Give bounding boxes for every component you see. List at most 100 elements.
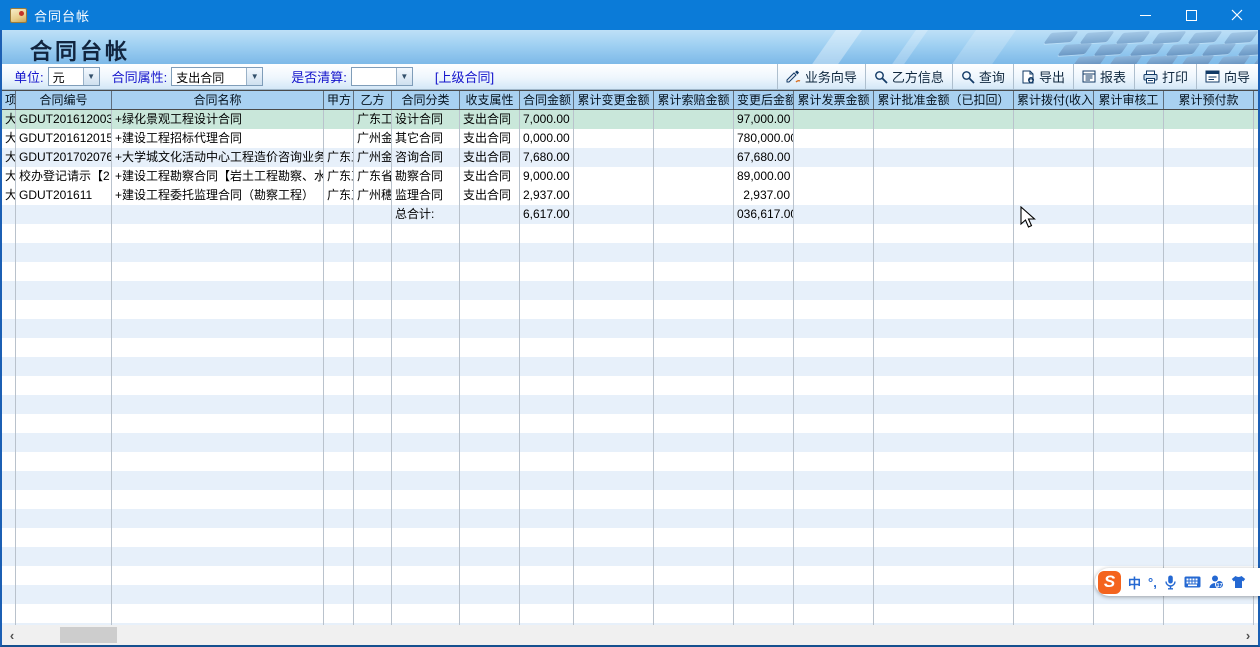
table-cell[interactable] — [874, 167, 1014, 186]
业务向导-button[interactable]: 业务向导 — [777, 64, 865, 89]
table-cell[interactable]: 支出合同 — [460, 186, 520, 205]
chinese-mode[interactable]: 中 — [1128, 573, 1141, 592]
column-header[interactable]: 乙方 — [354, 91, 392, 109]
table-cell[interactable]: 支出合同 — [460, 167, 520, 186]
table-row[interactable]: 大GDUT201702076+大学城文化活动中心工程造价咨询业务广东工广州金咨询… — [2, 148, 1258, 167]
table-cell[interactable]: 大 — [2, 129, 16, 148]
table-cell[interactable] — [794, 186, 874, 205]
column-header[interactable]: 累计批准金额（已扣回） — [874, 91, 1014, 109]
chevron-down-icon[interactable]: ▼ — [246, 68, 262, 85]
table-cell[interactable] — [654, 186, 734, 205]
table-cell[interactable] — [1094, 129, 1164, 148]
table-cell[interactable]: 广东工 — [324, 186, 354, 205]
table-cell[interactable] — [1164, 148, 1254, 167]
table-cell[interactable] — [874, 110, 1014, 129]
column-header[interactable]: 项 — [2, 91, 16, 109]
table-cell[interactable] — [874, 186, 1014, 205]
table-cell[interactable] — [654, 110, 734, 129]
table-cell[interactable] — [1014, 110, 1094, 129]
table-cell[interactable]: 大 — [2, 148, 16, 167]
table-cell[interactable]: 0,000.00 — [520, 129, 574, 148]
table-cell[interactable]: 89,000.00 — [734, 167, 794, 186]
table-cell[interactable]: 大 — [2, 110, 16, 129]
table-cell[interactable]: +大学城文化活动中心工程造价咨询业务 — [112, 148, 324, 167]
table-cell[interactable]: 97,000.00 — [734, 110, 794, 129]
scroll-left-arrow[interactable]: ‹ — [2, 625, 22, 645]
table-cell[interactable]: 广州金 — [354, 148, 392, 167]
向导-button[interactable]: 向导 — [1196, 64, 1258, 89]
table-cell[interactable] — [794, 167, 874, 186]
table-row[interactable]: 大校办登记请示【2+建设工程勘察合同【岩土工程勘察、水广东工广东省勘察合同支出合… — [2, 167, 1258, 186]
table-cell[interactable] — [1094, 167, 1164, 186]
table-cell[interactable] — [1164, 129, 1254, 148]
column-header[interactable]: 合同编号 — [16, 91, 112, 109]
table-cell[interactable] — [654, 129, 734, 148]
column-header[interactable]: 累计索赔金额 — [654, 91, 734, 109]
table-cell[interactable] — [654, 167, 734, 186]
table-cell[interactable]: 其它合同 — [392, 129, 460, 148]
column-header[interactable]: 合同金额 — [520, 91, 574, 109]
sogou-logo-icon[interactable]: S — [1098, 571, 1121, 594]
table-cell[interactable] — [1014, 186, 1094, 205]
table-row-selected[interactable]: 大GDUT201612003+绿化景观工程设计合同广东工设计合同支出合同7,00… — [2, 110, 1258, 129]
microphone-icon[interactable] — [1164, 575, 1177, 590]
table-cell[interactable]: 广东工 — [324, 167, 354, 186]
导出-button[interactable]: 导出 — [1013, 64, 1073, 89]
punctuation-mode[interactable]: °, — [1148, 575, 1157, 590]
table-cell[interactable] — [574, 129, 654, 148]
table-cell[interactable]: GDUT201611 — [16, 186, 112, 205]
column-header[interactable]: 累计预付款 — [1164, 91, 1254, 109]
column-header[interactable]: 累计拨付(收入) — [1014, 91, 1094, 109]
table-cell[interactable]: +建设工程委托监理合同（勘察工程） — [112, 186, 324, 205]
table-cell[interactable] — [794, 148, 874, 167]
table-cell[interactable]: 广东省 — [354, 167, 392, 186]
settled-dropdown[interactable]: ▼ — [351, 67, 413, 86]
table-cell[interactable] — [324, 129, 354, 148]
table-cell[interactable]: 监理合同 — [392, 186, 460, 205]
table-cell[interactable]: 校办登记请示【2 — [16, 167, 112, 186]
table-cell[interactable]: 9,000.00 — [520, 167, 574, 186]
scroll-right-arrow[interactable]: › — [1238, 625, 1258, 645]
table-cell[interactable]: 2,937.00 — [520, 186, 574, 205]
table-cell[interactable]: 支出合同 — [460, 110, 520, 129]
minimize-button[interactable] — [1122, 0, 1168, 30]
table-cell[interactable]: GDUT201612015 — [16, 129, 112, 148]
table-cell[interactable] — [574, 110, 654, 129]
close-button[interactable] — [1214, 0, 1260, 30]
table-cell[interactable]: +绿化景观工程设计合同 — [112, 110, 324, 129]
user-icon[interactable]: 17 — [1208, 575, 1224, 589]
table-cell[interactable]: 设计合同 — [392, 110, 460, 129]
table-row[interactable]: 大GDUT201611+建设工程委托监理合同（勘察工程）广东工广州穗监理合同支出… — [2, 186, 1258, 205]
maximize-button[interactable] — [1168, 0, 1214, 30]
table-cell[interactable]: 咨询合同 — [392, 148, 460, 167]
table-cell[interactable] — [874, 148, 1014, 167]
table-cell[interactable] — [1014, 148, 1094, 167]
table-cell[interactable]: +建设工程招标代理合同 — [112, 129, 324, 148]
column-header[interactable]: 合同分类 — [392, 91, 460, 109]
table-cell[interactable] — [874, 129, 1014, 148]
column-header[interactable]: 累计发票金额 — [794, 91, 874, 109]
table-cell[interactable]: 7,680.00 — [520, 148, 574, 167]
table-cell[interactable] — [1094, 148, 1164, 167]
table-cell[interactable]: 广东工 — [354, 110, 392, 129]
table-cell[interactable]: 支出合同 — [460, 148, 520, 167]
column-header[interactable]: 变更后金额 — [734, 91, 794, 109]
column-header[interactable]: 累计变更金额 — [574, 91, 654, 109]
乙方信息-button[interactable]: 乙方信息 — [865, 64, 952, 89]
scrollbar-thumb[interactable] — [60, 627, 117, 643]
table-cell[interactable]: 广州金 — [354, 129, 392, 148]
table-cell[interactable]: 勘察合同 — [392, 167, 460, 186]
table-cell[interactable] — [574, 167, 654, 186]
table-cell[interactable] — [794, 129, 874, 148]
table-cell[interactable] — [1164, 186, 1254, 205]
table-cell[interactable]: 大 — [2, 186, 16, 205]
table-cell[interactable] — [324, 110, 354, 129]
table-cell[interactable]: GDUT201612003 — [16, 110, 112, 129]
table-cell[interactable] — [1094, 110, 1164, 129]
horizontal-scrollbar[interactable]: ‹ › — [2, 625, 1258, 645]
contract-attr-dropdown[interactable]: 支出合同 ▼ — [171, 67, 263, 86]
skin-icon[interactable] — [1231, 575, 1246, 589]
table-cell[interactable] — [1014, 167, 1094, 186]
chevron-down-icon[interactable]: ▼ — [396, 68, 412, 85]
table-row[interactable]: 大GDUT201612015+建设工程招标代理合同广州金其它合同支出合同0,00… — [2, 129, 1258, 148]
